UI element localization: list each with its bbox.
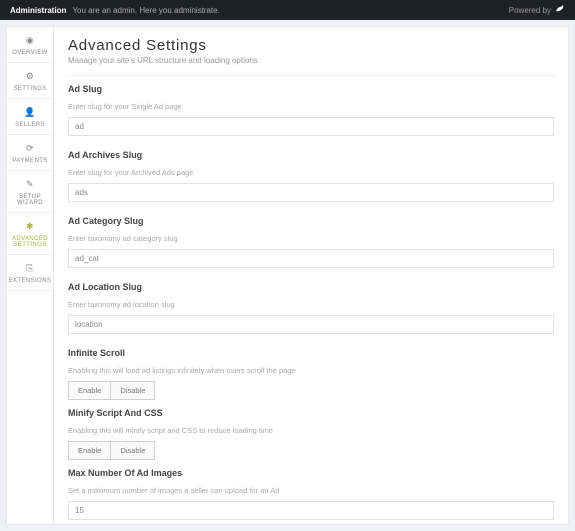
sidebar-item-label: ADVANCED SETTINGS xyxy=(9,236,51,248)
location-hint: Enter taxonomy ad location slug xyxy=(68,300,554,309)
topbar: Administration You are an admin. Here yo… xyxy=(0,0,575,20)
sidebar-item-sellers[interactable]: 👤 SELLERS xyxy=(7,99,53,135)
sidebar-item-extensions[interactable]: ⎘ EXTENSIONS xyxy=(7,255,53,291)
wand-icon: ✎ xyxy=(26,179,34,190)
sidebar-item-settings[interactable]: ⚙ SETTINGS xyxy=(7,63,53,99)
admin-subtitle: You are an admin. Here you administrate. xyxy=(72,6,219,15)
category-input[interactable] xyxy=(68,249,554,268)
sidebar-item-label: PAYMENTS xyxy=(12,158,47,164)
sidebar-item-label: OVERVIEW xyxy=(12,50,47,56)
user-icon: 👤 xyxy=(24,107,36,118)
sidebar-item-advanced-settings[interactable]: ✱ ADVANCED SETTINGS xyxy=(7,213,53,255)
copy-icon: ⎘ xyxy=(26,263,34,274)
section-location-label: Ad Location Slug xyxy=(68,282,554,292)
section-scroll-label: Infinite Scroll xyxy=(68,348,554,358)
bird-icon xyxy=(555,4,565,16)
scroll-toggle: Enable Disable xyxy=(68,381,554,400)
content-panel: Advanced Settings Manage your site's URL… xyxy=(54,26,569,525)
ad-slug-input[interactable] xyxy=(68,117,554,136)
sidebar-item-label: SELLERS xyxy=(15,122,45,128)
gear-icon: ⚙ xyxy=(26,71,34,82)
gauge-icon: ◉ xyxy=(26,35,34,46)
archives-input[interactable] xyxy=(68,183,554,202)
minify-disable-button[interactable]: Disable xyxy=(111,441,155,460)
section-archives-label: Ad Archives Slug xyxy=(68,150,554,160)
refresh-icon: ⟳ xyxy=(26,143,34,154)
page-title: Advanced Settings xyxy=(68,37,554,54)
sidebar: ◉ OVERVIEW ⚙ SETTINGS 👤 SELLERS ⟳ PAYMEN… xyxy=(6,26,54,525)
minify-hint: Enabling this will minify script and CSS… xyxy=(68,426,554,435)
maximg-hint: Set a maximum number of images a seller … xyxy=(68,486,554,495)
scroll-disable-button[interactable]: Disable xyxy=(111,381,155,400)
sidebar-item-label: SETTINGS xyxy=(13,86,46,92)
sidebar-item-setup-wizard[interactable]: ✎ SETUP WIZARD xyxy=(7,171,53,213)
location-input[interactable] xyxy=(68,315,554,334)
ad-slug-hint: Enter slug for your Single Ad page xyxy=(68,102,554,111)
section-category-label: Ad Category Slug xyxy=(68,216,554,226)
category-hint: Enter taxonomy ad category slug xyxy=(68,234,554,243)
scroll-enable-button[interactable]: Enable xyxy=(68,381,111,400)
divider xyxy=(68,75,554,76)
sidebar-item-overview[interactable]: ◉ OVERVIEW xyxy=(7,27,53,63)
minify-toggle: Enable Disable xyxy=(68,441,554,460)
admin-title: Administration xyxy=(10,6,66,15)
section-maximg-label: Max Number Of Ad Images xyxy=(68,468,554,478)
archives-hint: Enter slug for your Archived Ads page xyxy=(68,168,554,177)
sparkle-icon: ✱ xyxy=(26,221,34,232)
section-ad-slug-label: Ad Slug xyxy=(68,84,554,94)
page-subtitle: Manage your site's URL structure and loa… xyxy=(68,56,554,65)
scroll-hint: Enabling this will load ad listings infi… xyxy=(68,366,554,375)
powered-by-label: Powered by xyxy=(509,6,551,15)
maximg-input[interactable] xyxy=(68,501,554,520)
sidebar-item-label: EXTENSIONS xyxy=(9,278,52,284)
minify-enable-button[interactable]: Enable xyxy=(68,441,111,460)
section-minify-label: Minify Script And CSS xyxy=(68,408,554,418)
sidebar-item-payments[interactable]: ⟳ PAYMENTS xyxy=(7,135,53,171)
sidebar-item-label: SETUP WIZARD xyxy=(9,194,51,206)
